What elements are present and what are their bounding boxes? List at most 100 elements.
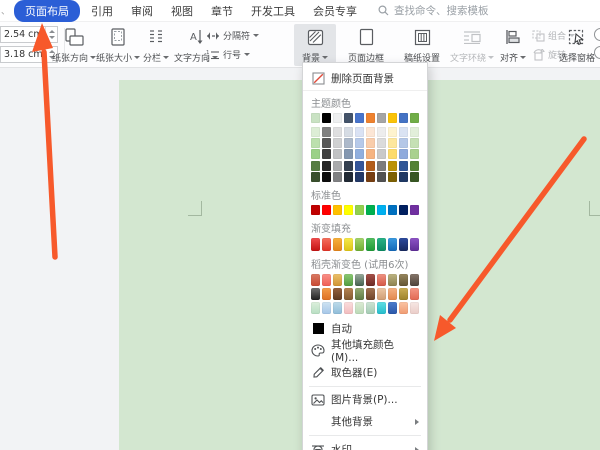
gradient-swatch[interactable] [344, 238, 353, 251]
color-swatch[interactable] [377, 161, 386, 171]
gradient-swatch[interactable] [355, 288, 364, 300]
color-swatch[interactable] [311, 138, 320, 148]
menu-item-picture-background[interactable]: 图片背景(P)... [303, 389, 427, 411]
gradient-swatch[interactable] [366, 238, 375, 251]
color-swatch[interactable] [399, 161, 408, 171]
tab-member-exclusive[interactable]: 会员专享 [304, 1, 366, 21]
tab-developer-tools[interactable]: 开发工具 [242, 1, 304, 21]
gradient-swatch[interactable] [311, 302, 320, 314]
gradient-swatch[interactable] [322, 302, 331, 314]
color-swatch[interactable] [388, 149, 397, 159]
menu-item-other-background[interactable]: 其他背景 [303, 411, 427, 433]
color-swatch[interactable] [355, 149, 364, 159]
color-swatch[interactable] [410, 127, 419, 137]
color-swatch[interactable] [311, 172, 320, 182]
color-swatch[interactable] [333, 149, 342, 159]
color-swatch[interactable] [366, 149, 375, 159]
color-swatch[interactable] [355, 172, 364, 182]
gradient-swatch[interactable] [355, 274, 364, 286]
gradient-swatch[interactable] [377, 274, 386, 286]
color-swatch[interactable] [410, 113, 419, 123]
color-swatch[interactable] [366, 161, 375, 171]
color-swatch[interactable] [322, 161, 331, 171]
tab-page-layout[interactable]: 页面布局 [14, 0, 80, 22]
menu-item-color-picker[interactable]: 取色器(E) [303, 362, 427, 384]
menu-item-watermark[interactable]: 水印 [303, 438, 427, 450]
color-swatch[interactable] [399, 205, 408, 215]
color-swatch[interactable] [388, 172, 397, 182]
color-swatch[interactable] [377, 172, 386, 182]
margin-top-input[interactable] [0, 26, 58, 43]
color-swatch[interactable] [388, 138, 397, 148]
color-swatch[interactable] [366, 127, 375, 137]
gradient-swatch[interactable] [311, 238, 320, 251]
color-swatch[interactable] [333, 205, 342, 215]
gradient-swatch[interactable] [333, 238, 342, 251]
color-swatch[interactable] [388, 113, 397, 123]
color-swatch[interactable] [388, 161, 397, 171]
gradient-swatch[interactable] [410, 288, 419, 300]
gradient-swatch[interactable] [322, 274, 331, 286]
color-swatch[interactable] [410, 149, 419, 159]
color-swatch[interactable] [388, 127, 397, 137]
color-swatch[interactable] [322, 149, 331, 159]
color-swatch[interactable] [366, 138, 375, 148]
color-swatch[interactable] [355, 127, 364, 137]
background-button[interactable]: 背景 [294, 24, 336, 66]
breaks-button[interactable]: 分隔符 [206, 28, 259, 43]
gradient-swatch[interactable] [399, 274, 408, 286]
color-swatch[interactable] [333, 138, 342, 148]
gradient-swatch[interactable] [311, 288, 320, 300]
paper-size-button[interactable]: 纸张大小 [96, 24, 140, 66]
color-swatch[interactable] [344, 127, 353, 137]
margin-bottom-value[interactable] [1, 49, 43, 60]
color-swatch[interactable] [344, 113, 353, 123]
color-swatch[interactable] [377, 113, 386, 123]
color-swatch[interactable] [322, 113, 331, 123]
color-swatch[interactable] [355, 205, 364, 215]
gradient-swatch[interactable] [399, 288, 408, 300]
color-swatch[interactable] [333, 172, 342, 182]
gradient-swatch[interactable] [355, 302, 364, 314]
gradient-swatch[interactable] [366, 288, 375, 300]
page-border-button[interactable]: 页面边框 [340, 24, 392, 66]
gradient-swatch[interactable] [322, 288, 331, 300]
color-swatch[interactable] [322, 138, 331, 148]
color-swatch[interactable] [333, 127, 342, 137]
color-swatch[interactable] [344, 205, 353, 215]
color-swatch[interactable] [399, 149, 408, 159]
gradient-swatch[interactable] [388, 274, 397, 286]
color-swatch[interactable] [366, 205, 375, 215]
gradient-swatch[interactable] [333, 302, 342, 314]
gradient-swatch[interactable] [410, 302, 419, 314]
tab-section[interactable]: 章节 [202, 1, 242, 21]
align-button[interactable]: 对齐 [496, 24, 530, 66]
gradient-swatch[interactable] [388, 302, 397, 314]
color-swatch[interactable] [366, 172, 375, 182]
color-swatch[interactable] [399, 138, 408, 148]
color-swatch[interactable] [377, 205, 386, 215]
paper-orientation-button[interactable]: 纸张方向 [52, 24, 96, 66]
command-search[interactable]: 查找命令、搜索模板 [378, 3, 489, 18]
selection-pane-button[interactable]: 选择窗格 [556, 24, 598, 66]
gradient-swatch[interactable] [366, 302, 375, 314]
tab-review[interactable]: 审阅 [122, 1, 162, 21]
gradient-swatch[interactable] [344, 302, 353, 314]
color-swatch[interactable] [410, 161, 419, 171]
gradient-swatch[interactable] [366, 274, 375, 286]
tab-references[interactable]: 引用 [82, 1, 122, 21]
color-swatch[interactable] [355, 138, 364, 148]
columns-button[interactable]: 分栏 [138, 24, 174, 66]
color-swatch[interactable] [311, 205, 320, 215]
color-swatch[interactable] [344, 161, 353, 171]
color-swatch[interactable] [377, 149, 386, 159]
color-swatch[interactable] [333, 113, 342, 123]
color-swatch[interactable] [410, 205, 419, 215]
color-swatch[interactable] [355, 161, 364, 171]
gradient-swatch[interactable] [399, 238, 408, 251]
gradient-swatch[interactable] [377, 288, 386, 300]
color-swatch[interactable] [399, 127, 408, 137]
color-swatch[interactable] [377, 138, 386, 148]
color-swatch[interactable] [311, 127, 320, 137]
gradient-swatch[interactable] [355, 238, 364, 251]
